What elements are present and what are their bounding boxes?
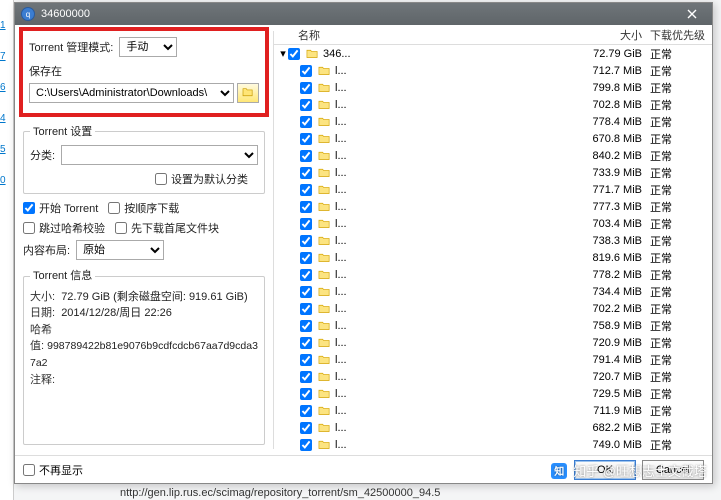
file-row[interactable]: l...670.8 MiB正常 <box>274 130 712 147</box>
app-icon: q <box>21 7 35 21</box>
file-row[interactable]: l...819.6 MiB正常 <box>274 249 712 266</box>
start-torrent-checkbox[interactable]: 开始 Torrent <box>23 200 98 216</box>
file-row[interactable]: l...711.9 MiB正常 <box>274 402 712 419</box>
skip-hash-checkbox[interactable]: 跳过哈希校验 <box>23 220 105 236</box>
info-legend: Torrent 信息 <box>30 268 95 285</box>
folder-icon <box>318 81 331 94</box>
add-torrent-dialog: q 34600000 Torrent 管理模式: 手动 保存在 <box>14 2 713 484</box>
watermark: 知 知乎 @旺想志士文截塔 <box>551 461 707 480</box>
torrent-info-group: Torrent 信息 大小: 72.79 GiB (剩余磁盘空间: 919.61… <box>23 268 265 445</box>
titlebar: q 34600000 <box>15 3 712 25</box>
torrent-settings-group: Torrent 设置 分类: 设置为默认分类 <box>23 123 265 194</box>
save-path-input[interactable]: C:\Users\Administrator\Downloads\ <box>29 83 234 103</box>
folder-icon <box>318 421 331 434</box>
file-row[interactable]: l...702.8 MiB正常 <box>274 96 712 113</box>
close-button[interactable] <box>678 5 706 23</box>
file-list[interactable]: ▾346...72.79 GiB正常l...712.7 MiB正常l...799… <box>274 45 712 455</box>
category-label: 分类: <box>30 147 55 163</box>
sequential-checkbox[interactable]: 按顺序下载 <box>108 200 179 216</box>
folder-icon <box>318 234 331 247</box>
layout-label: 内容布局: <box>23 242 70 258</box>
category-select[interactable] <box>61 145 258 165</box>
folder-icon <box>306 47 319 60</box>
info-size: 72.79 GiB (剩余磁盘空间: 919.61 GiB) <box>61 291 247 303</box>
file-row[interactable]: l...682.2 MiB正常 <box>274 419 712 436</box>
left-panel: Torrent 管理模式: 手动 保存在 C:\Users\Administra… <box>15 25 273 455</box>
file-row[interactable]: l...734.4 MiB正常 <box>274 283 712 300</box>
folder-icon <box>318 404 331 417</box>
col-size[interactable]: 大小 <box>580 27 650 43</box>
file-row[interactable]: l...778.2 MiB正常 <box>274 266 712 283</box>
browse-button[interactable] <box>237 83 259 103</box>
file-list-panel: 名称 大小 下载优先级 ▾346...72.79 GiB正常l...712.7 … <box>274 25 712 455</box>
file-root-row[interactable]: ▾346...72.79 GiB正常 <box>274 45 712 62</box>
mgmt-mode-select[interactable]: 手动 <box>119 37 177 57</box>
file-row[interactable]: l...840.2 MiB正常 <box>274 147 712 164</box>
file-row[interactable]: l...778.4 MiB正常 <box>274 113 712 130</box>
file-row[interactable]: l...758.9 MiB正常 <box>274 317 712 334</box>
save-in-label: 保存在 <box>29 63 62 79</box>
col-name[interactable]: 名称 <box>298 27 580 43</box>
folder-icon <box>318 98 331 111</box>
folder-icon <box>318 285 331 298</box>
file-row[interactable]: l...702.2 MiB正常 <box>274 300 712 317</box>
folder-icon <box>318 64 331 77</box>
folder-icon <box>318 217 331 230</box>
file-row[interactable]: l...749.0 MiB正常 <box>274 436 712 453</box>
folder-icon <box>318 251 331 264</box>
folder-icon <box>318 183 331 196</box>
column-headers: 名称 大小 下载优先级 <box>274 25 712 45</box>
highlight-box: Torrent 管理模式: 手动 保存在 C:\Users\Administra… <box>19 27 269 117</box>
file-row[interactable]: l...799.8 MiB正常 <box>274 79 712 96</box>
folder-icon <box>318 149 331 162</box>
col-priority[interactable]: 下载优先级 <box>650 27 712 43</box>
background-url-text: nttp://gen.lip.rus.ec/scimag/repository_… <box>120 487 440 499</box>
folder-icon <box>318 319 331 332</box>
folder-icon <box>318 302 331 315</box>
mgmt-mode-label: Torrent 管理模式: <box>29 39 113 55</box>
settings-legend: Torrent 设置 <box>30 123 95 139</box>
folder-icon <box>318 268 331 281</box>
file-row[interactable]: l...777.3 MiB正常 <box>274 198 712 215</box>
file-row[interactable]: l...791.4 MiB正常 <box>274 351 712 368</box>
folder-icon <box>318 200 331 213</box>
file-row[interactable]: l...703.4 MiB正常 <box>274 215 712 232</box>
info-date: 2014/12/28/周日 22:26 <box>61 307 172 319</box>
folder-icon <box>318 370 331 383</box>
info-note-label: 注释: <box>30 374 55 386</box>
file-row[interactable]: l...720.7 MiB正常 <box>274 368 712 385</box>
folder-icon <box>318 166 331 179</box>
layout-select[interactable]: 原始 <box>76 240 164 260</box>
file-row[interactable]: l...771.7 MiB正常 <box>274 181 712 198</box>
file-row[interactable]: l...738.3 MiB正常 <box>274 232 712 249</box>
folder-icon <box>318 115 331 128</box>
folder-icon <box>318 132 331 145</box>
first-last-checkbox[interactable]: 先下载首尾文件块 <box>115 220 219 236</box>
window-title: 34600000 <box>41 8 90 20</box>
file-row[interactable]: l...733.9 MiB正常 <box>274 164 712 181</box>
file-row[interactable]: l...720.9 MiB正常 <box>274 334 712 351</box>
file-row[interactable]: l...712.7 MiB正常 <box>274 62 712 79</box>
folder-icon <box>242 87 254 100</box>
folder-icon <box>318 336 331 349</box>
dont-show-checkbox[interactable]: 不再显示 <box>23 462 83 478</box>
file-row[interactable]: l...729.5 MiB正常 <box>274 385 712 402</box>
info-hash: 998789422b81e9076b9cdfcdcb67aa7d9cda37a2 <box>30 340 258 369</box>
default-category-checkbox[interactable]: 设置为默认分类 <box>155 171 248 187</box>
folder-icon <box>318 387 331 400</box>
folder-icon <box>318 438 331 451</box>
zhihu-icon: 知 <box>551 463 567 479</box>
folder-icon <box>318 353 331 366</box>
